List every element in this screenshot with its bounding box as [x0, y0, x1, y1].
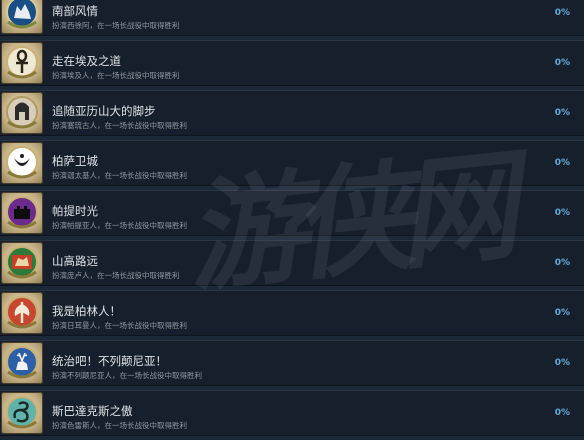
crescent-icon — [1, 142, 43, 184]
achievement-title: 走在埃及之道 — [52, 54, 121, 68]
achievement-percent: 0% — [554, 408, 570, 418]
achievement-percent: 0% — [554, 258, 570, 268]
achievement-row[interactable]: 我是柏林人！ 扮演日耳曼人，在一场长战役中取得胜利 0% — [0, 290, 584, 336]
stag-icon — [1, 342, 43, 384]
achievement-title: 南部风情 — [52, 4, 98, 18]
achievement-row[interactable]: 柏萨卫城 扮演迦太基人，在一场长战役中取得胜利 0% — [0, 140, 584, 186]
achievement-percent: 0% — [554, 358, 570, 368]
achievement-title: 我是柏林人！ — [52, 304, 121, 318]
achievement-description: 扮演庞卢人，在一场长战役中取得胜利 — [52, 271, 180, 280]
castle-icon — [1, 192, 43, 234]
ankh-icon — [1, 42, 43, 84]
achievement-row[interactable]: 帕提时光 扮演帕提亚人，在一场长战役中取得胜利 0% — [0, 190, 584, 236]
serpent-icon — [1, 392, 43, 434]
achievement-row[interactable]: 山高路远 扮演庞卢人，在一场长战役中取得胜利 0% — [0, 240, 584, 286]
axe-icon — [1, 292, 43, 334]
achievement-description: 扮演帕提亚人，在一场长战役中取得胜利 — [52, 221, 187, 230]
achievement-row[interactable]: 南部风情 扮演西徐阿，在一场长战役中取得胜利 0% — [0, 0, 584, 36]
achievement-title: 帕提时光 — [52, 204, 98, 218]
wolf-icon — [1, 0, 43, 34]
achievement-title: 柏萨卫城 — [52, 154, 98, 168]
achievement-percent: 0% — [554, 108, 570, 118]
achievement-description: 扮演埃及人，在一场长战役中取得胜利 — [52, 71, 180, 80]
achievement-description: 扮演迦太基人，在一场长战役中取得胜利 — [52, 171, 187, 180]
achievement-row[interactable]: 走在埃及之道 扮演埃及人，在一场长战役中取得胜利 0% — [0, 40, 584, 86]
achievement-list: 南部风情 扮演西徐阿，在一场长战役中取得胜利 0% 走在埃及之道 扮演埃及人，在… — [0, 0, 584, 440]
achievement-row[interactable]: 斯巴達克斯之傲 扮演色雷斯人，在一场长战役中取得胜利 0% — [0, 390, 584, 436]
achievement-description: 扮演色雷斯人，在一场长战役中取得胜利 — [52, 421, 187, 430]
achievement-title: 斯巴達克斯之傲 — [52, 404, 133, 418]
achievement-percent: 0% — [554, 308, 570, 318]
achievement-title: 统治吧！不列颠尼亚！ — [52, 354, 167, 368]
achievement-description: 扮演日耳曼人，在一场长战役中取得胜利 — [52, 321, 187, 330]
achievement-percent: 0% — [554, 8, 570, 18]
helmet-icon — [1, 92, 43, 134]
achievement-percent: 0% — [554, 208, 570, 218]
achievement-description: 扮演西徐阿，在一场长战役中取得胜利 — [52, 21, 180, 30]
achievement-percent: 0% — [554, 58, 570, 68]
achievement-title: 追随亚历山大的脚步 — [52, 104, 156, 118]
achievement-description: 扮演不列颠尼亚人，在一场长战役中取得胜利 — [52, 371, 202, 380]
achievement-title: 山高路远 — [52, 254, 98, 268]
achievement-row[interactable]: 统治吧！不列颠尼亚！ 扮演不列颠尼亚人，在一场长战役中取得胜利 0% — [0, 340, 584, 386]
achievement-percent: 0% — [554, 158, 570, 168]
achievement-description: 扮演塞琉古人，在一场长战役中取得胜利 — [52, 121, 187, 130]
beast-icon — [1, 242, 43, 284]
achievement-row[interactable]: 追随亚历山大的脚步 扮演塞琉古人，在一场长战役中取得胜利 0% — [0, 90, 584, 136]
